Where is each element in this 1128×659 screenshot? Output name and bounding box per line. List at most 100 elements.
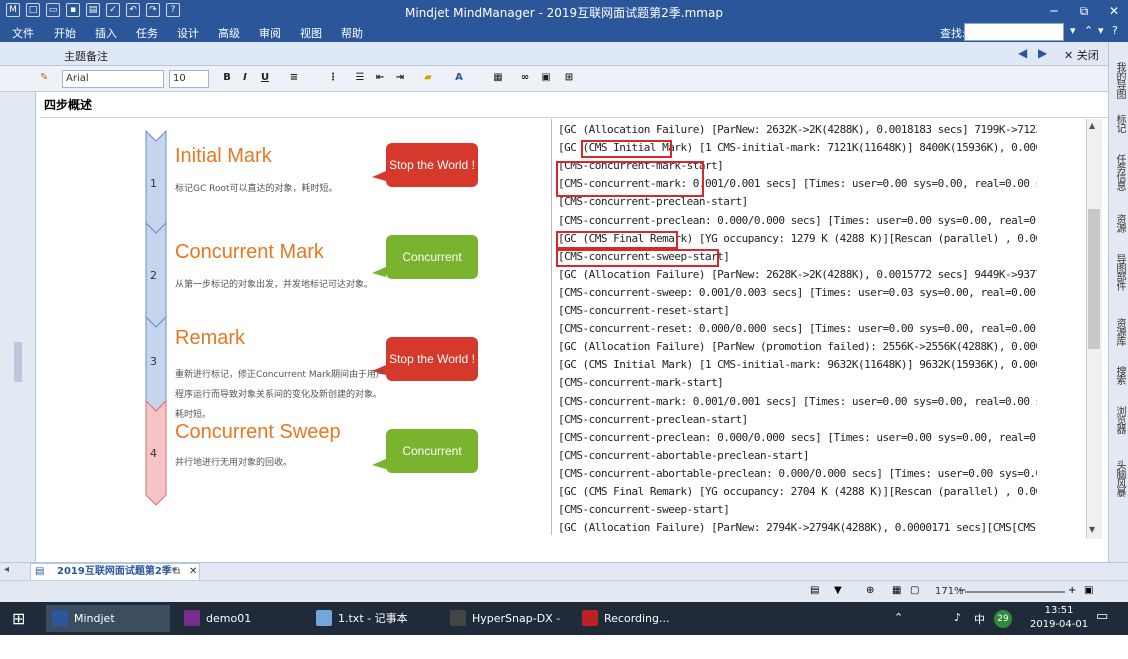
close-icon: ✕ [1064,49,1077,62]
tab-my-maps[interactable]: 我的导图 [1111,62,1127,98]
tab-markers[interactable]: 标记 [1111,114,1127,132]
mindmanager-app-icon [52,610,68,626]
restore-button[interactable]: ⧉ [1072,2,1096,20]
step-desc: 从第一步标记的对象出发，并发地标记可达对象。 [175,280,374,290]
previous-arrow-icon[interactable]: ◀ [1018,46,1027,60]
search-input[interactable] [964,23,1064,41]
log-line: [GC (CMS Initial Mark) [1 CMS-initial-ma… [558,358,1037,372]
font-color-icon[interactable]: A [451,70,467,88]
system-tray-icons[interactable]: ⌃ [894,611,903,624]
note-title[interactable]: 四步概述 [40,93,1108,118]
menu-home[interactable]: 开始 [54,25,76,41]
tab-library[interactable]: 资源库 [1111,318,1127,345]
ribbon-options-icon[interactable]: ▾ [1098,24,1104,37]
menu-file[interactable]: 文件 [12,25,34,41]
image-icon[interactable]: ▣ [538,70,554,88]
insert-object-icon[interactable]: ⊞ [561,70,577,88]
volume-icon[interactable]: ♪ [954,611,961,624]
tab-scroll-left-icon[interactable]: ◂ [4,564,9,575]
taskbar-item-idea[interactable]: demo01 [D:\devS... [178,605,304,652]
log-line: [CMS-concurrent-sweep-start] [558,503,730,517]
zoom-slider[interactable] [965,591,1065,593]
step-title: Concurrent Mark [175,241,324,263]
underline-button[interactable]: U [257,70,273,88]
taskbar-item-mindmanager[interactable]: Mindjet MindMa... [46,605,170,652]
filter-icon[interactable]: ▼ [834,585,842,596]
tab-resources[interactable]: 资源 [1111,214,1127,232]
log-line: [GC (Allocation Failure) [ParNew: 2794K-… [558,521,1037,535]
document-tab-label: 2019互联网面试题第2季* [57,566,178,577]
search-dropdown-icon[interactable]: ▾ [1070,24,1076,37]
action-center-icon[interactable]: ▭ [1096,609,1108,624]
notes-close-button[interactable]: ✕ 关闭 [1064,47,1099,63]
recording-app-icon [582,610,598,626]
minimize-button[interactable]: ─ [1042,2,1066,20]
menu-help[interactable]: 帮助 [341,25,363,41]
ribbon-collapse-icon[interactable]: ⌃ [1084,24,1093,37]
log-line: [CMS-concurrent-abortable-preclean: 0.00… [558,466,1037,480]
add-topic-icon[interactable]: ⊕ [866,585,874,596]
tab-brainstorm[interactable]: 头脑风暴 [1111,460,1127,496]
menu-tasks[interactable]: 任务 [136,25,158,41]
tab-browser[interactable]: 浏览器 [1111,406,1127,433]
concurrent-bubble: Concurrent [386,235,478,279]
fit-page-icon[interactable]: ▣ [1084,585,1093,596]
taskbar-item-notepad[interactable]: 1.txt - 记事本 [310,605,436,632]
table-icon[interactable]: ▦ [490,70,506,88]
clock-time: 13:51 [1044,605,1074,616]
menu-advanced[interactable]: 高级 [218,25,240,41]
windows-start-icon[interactable]: ⊞ [12,609,25,628]
decrease-indent-icon[interactable]: ⇤ [372,70,388,88]
fit-map-icon[interactable]: ▢ [910,585,919,596]
log-line: [GC (CMS Final Remark) [YG occupancy: 27… [558,485,1037,498]
bold-button[interactable]: B [219,70,235,88]
menu-insert[interactable]: 插入 [95,25,117,41]
log-line: [GC (Allocation Failure) [ParNew (promot… [558,340,1037,354]
panel-scrollbar[interactable] [14,342,22,382]
tab-search[interactable]: 搜索 [1111,366,1127,384]
notification-badge[interactable]: 29 [994,610,1012,628]
step-title: Remark [175,327,246,349]
italic-button[interactable]: I [237,70,253,88]
taskbar-item-recording[interactable]: Recording... [576,605,692,632]
tab-task-info[interactable]: 任务信息 [1111,154,1127,190]
menu-design[interactable]: 设计 [177,25,199,41]
taskbar-item-hypersnap[interactable]: HyperSnap-DX - [... [444,605,570,652]
ime-indicator[interactable]: 中 [974,611,985,627]
layout-icon[interactable]: ▤ [810,585,819,596]
font-size-select[interactable]: 10 [169,70,209,88]
scroll-down-icon[interactable]: ▼ [1089,525,1095,534]
close-button[interactable]: ✕ [1102,2,1126,20]
close-tab-icon[interactable]: ✕ [189,564,197,580]
align-icon[interactable]: ≡ [286,70,302,88]
pin-tab-icon[interactable]: ⧉ [173,564,180,580]
numbered-list-icon[interactable]: ⋮ [325,70,341,88]
step-title: Initial Mark [175,145,272,167]
menu-view[interactable]: 视图 [300,25,322,41]
format-painter-icon[interactable]: ✎ [40,70,56,88]
taskbar-clock[interactable]: 13:51 2019-04-01 [1030,604,1088,632]
highlight-color-icon[interactable]: ▰ [420,70,436,88]
vertical-scrollbar[interactable]: ▲ ▼ [1086,119,1102,539]
taskbar-item-label: demo01 [D:\devS... [206,612,264,652]
tab-map-parts[interactable]: 导图部件 [1111,254,1127,290]
bullet-list-icon[interactable]: ☰ [352,70,368,88]
document-tab[interactable]: ▤ 2019互联网面试题第2季* ⧉ ✕ [30,563,200,581]
step-number: 3 [150,355,157,368]
highlight-box [581,140,672,158]
log-line: [CMS-concurrent-mark-start] [558,376,724,390]
help-icon[interactable]: ? [1112,24,1118,37]
font-family-select[interactable]: Arial [62,70,164,88]
view-mode-icon[interactable]: ▦ [892,585,901,596]
zoom-in-icon[interactable]: + [1068,585,1076,596]
scroll-thumb[interactable] [1088,209,1100,349]
scroll-up-icon[interactable]: ▲ [1089,121,1095,130]
link-icon[interactable]: ∞ [517,70,533,88]
clock-date: 2019-04-01 [1030,619,1089,630]
next-arrow-icon[interactable]: ▶ [1038,46,1047,60]
increase-indent-icon[interactable]: ⇥ [392,70,408,88]
menu-review[interactable]: 审阅 [259,25,281,41]
notes-header-label: 主题备注 [64,50,108,63]
log-line: [GC (Allocation Failure) [ParNew: 2632K-… [558,123,1037,136]
log-line: [CMS-concurrent-preclean: 0.000/0.000 se… [558,213,1037,227]
